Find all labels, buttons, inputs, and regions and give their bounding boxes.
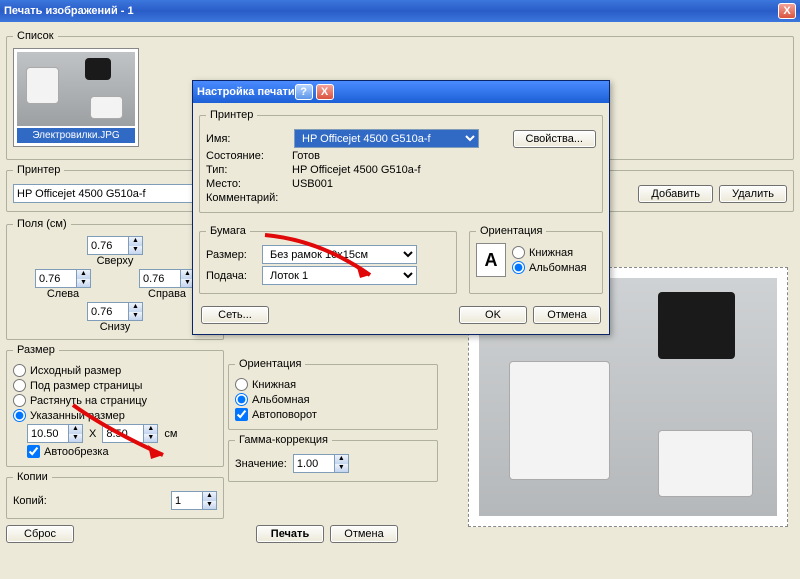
window-close-button[interactable]: X [778, 3, 796, 19]
printer-name-input[interactable] [13, 184, 205, 203]
dialog-help-button[interactable]: ? [295, 84, 313, 100]
dialog-landscape-radio[interactable] [512, 261, 525, 274]
thumbnail-item[interactable]: Электровилки.JPG [13, 48, 139, 147]
dialog-cancel-button[interactable]: Отмена [533, 306, 601, 324]
dialog-paper-group: Бумага Размер:Без рамок 10x15см Подача:Л… [199, 225, 457, 294]
size-group: Размер Исходный размер Под размер страни… [6, 344, 224, 467]
printer-name-select[interactable]: HP Officejet 4500 G510a-f [294, 129, 479, 148]
size-original-radio[interactable] [13, 364, 26, 377]
copies-group: Копии Копий: ▲▼ [6, 471, 224, 519]
size-height-spinner[interactable]: ▲▼ [102, 424, 158, 443]
margin-left-spinner[interactable]: ▲▼ [35, 269, 91, 288]
margin-top-spinner[interactable]: ▲▼ [87, 236, 143, 255]
add-printer-button[interactable]: Добавить [638, 185, 713, 203]
printer-where-value: USB001 [292, 178, 333, 190]
reset-button[interactable]: Сброс [6, 525, 74, 543]
size-custom-radio[interactable] [13, 409, 26, 422]
dialog-close-button[interactable]: X [316, 84, 334, 100]
printer-type-value: HP Officejet 4500 G510a-f [292, 164, 421, 176]
margin-bottom-spinner[interactable]: ▲▼ [87, 302, 143, 321]
printer-properties-button[interactable]: Свойства... [513, 130, 596, 148]
orient-landscape-radio[interactable] [235, 393, 248, 406]
orientation-bg-legend: Ориентация [235, 358, 305, 370]
print-setup-dialog: Настройка печати ? X Принтер Имя: HP Off… [192, 80, 610, 335]
margin-bottom-label: Снизу [13, 321, 217, 333]
dialog-portrait-radio[interactable] [512, 246, 525, 259]
dialog-ok-button[interactable]: OK [459, 306, 527, 324]
copies-legend: Копии [13, 471, 52, 483]
window-titlebar: Печать изображений - 1 X [0, 0, 800, 22]
gamma-spinner[interactable]: ▲▼ [293, 454, 349, 473]
thumbnail-image [17, 52, 135, 126]
copies-spinner[interactable]: ▲▼ [171, 491, 217, 510]
delete-printer-button[interactable]: Удалить [719, 185, 787, 203]
orientation-icon: A [476, 243, 506, 277]
margin-right-label: Справа [139, 288, 195, 300]
margin-right-spinner[interactable]: ▲▼ [139, 269, 195, 288]
dialog-printer-group: Принтер Имя: HP Officejet 4500 G510a-f С… [199, 109, 603, 213]
gamma-legend: Гамма-коррекция [235, 434, 332, 446]
margin-left-label: Слева [35, 288, 91, 300]
printer-state-value: Готов [292, 150, 320, 162]
printer-legend: Принтер [13, 164, 64, 176]
autorotate-checkbox[interactable] [235, 408, 248, 421]
size-fitpage-radio[interactable] [13, 379, 26, 392]
paper-source-select[interactable]: Лоток 1 [262, 266, 417, 285]
list-legend: Список [13, 30, 58, 42]
autocrop-checkbox[interactable] [27, 445, 40, 458]
copies-label: Копий: [13, 495, 47, 507]
orient-portrait-radio[interactable] [235, 378, 248, 391]
dialog-titlebar[interactable]: Настройка печати ? X [193, 81, 609, 103]
print-button[interactable]: Печать [256, 525, 324, 543]
gamma-group: Гамма-коррекция Значение: ▲▼ [228, 434, 438, 482]
network-button[interactable]: Сеть... [201, 306, 269, 324]
paper-size-select[interactable]: Без рамок 10x15см [262, 245, 417, 264]
dialog-title: Настройка печати [197, 86, 295, 98]
size-legend: Размер [13, 344, 59, 356]
gamma-label: Значение: [235, 458, 287, 470]
dialog-orientation-group: Ориентация A Книжная Альбомная [469, 225, 603, 294]
margins-legend: Поля (см) [13, 218, 71, 230]
size-stretch-radio[interactable] [13, 394, 26, 407]
orientation-bg-group: Ориентация Книжная Альбомная Автоповорот [228, 358, 438, 430]
size-width-spinner[interactable]: ▲▼ [27, 424, 83, 443]
margin-top-label: Сверху [13, 255, 217, 267]
window-title: Печать изображений - 1 [4, 5, 134, 17]
thumbnail-caption: Электровилки.JPG [17, 128, 135, 143]
cancel-button[interactable]: Отмена [330, 525, 398, 543]
